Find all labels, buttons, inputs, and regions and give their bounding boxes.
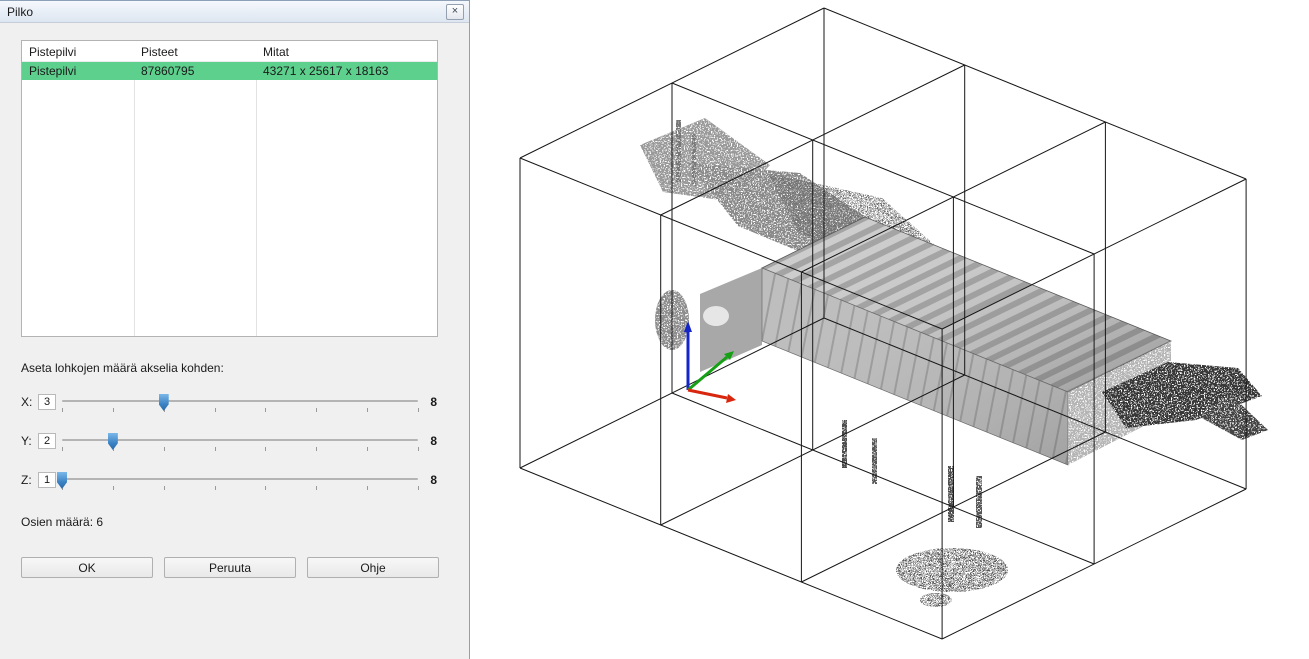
- close-icon: ×: [452, 6, 458, 17]
- table-row[interactable]: Pistepilvi 87860795 43271 x 25617 x 1816…: [22, 62, 437, 80]
- cloud-support: [872, 438, 877, 484]
- col-header-mitat[interactable]: Mitat: [256, 41, 437, 61]
- slider-track[interactable]: [62, 478, 418, 480]
- z-axis-label: Z:: [21, 473, 38, 487]
- z-slider[interactable]: [62, 469, 418, 491]
- close-button[interactable]: ×: [446, 4, 464, 20]
- column-separator: [134, 41, 135, 336]
- ok-button[interactable]: OK: [21, 557, 153, 578]
- app-window: Pilko × Pistepilvi Pisteet Mitat Pistepi…: [0, 0, 1309, 659]
- cloud-streak: [676, 120, 681, 182]
- slider-max-label: 8: [427, 395, 437, 409]
- cloud-streak: [692, 134, 696, 186]
- parts-count-label: Osien määrä: 6: [21, 515, 103, 529]
- y-value-field[interactable]: 2: [38, 433, 56, 449]
- x-axis-arrow: [688, 390, 727, 398]
- help-button[interactable]: Ohje: [307, 557, 439, 578]
- slider-track[interactable]: [62, 400, 418, 402]
- slider-row-z: Z: 1 8: [21, 469, 437, 491]
- cloud-ground-scatter: [896, 548, 1008, 592]
- dialog-title: Pilko: [7, 5, 446, 19]
- col-header-pistepilvi[interactable]: Pistepilvi: [22, 41, 134, 61]
- slider-thumb[interactable]: [159, 394, 169, 411]
- dialog-buttons: OK Peruuta Ohje: [21, 557, 439, 578]
- cloud-cab-highlight: [703, 306, 729, 326]
- cell-dimensions: 43271 x 25617 x 18163: [256, 62, 437, 80]
- x-axis-arrowhead: [726, 394, 736, 403]
- col-header-pisteet[interactable]: Pisteet: [134, 41, 256, 61]
- x-value-field[interactable]: 3: [38, 394, 56, 410]
- dialog-titlebar[interactable]: Pilko ×: [0, 1, 469, 23]
- sliders-section-label: Aseta lohkojen määrä akselia kohden:: [21, 361, 224, 375]
- slider-thumb[interactable]: [57, 472, 67, 489]
- pointcloud-table: Pistepilvi Pisteet Mitat Pistepilvi 8786…: [21, 40, 438, 337]
- cloud-support: [976, 476, 982, 528]
- slider-max-label: 8: [427, 473, 437, 487]
- slider-thumb[interactable]: [108, 433, 118, 450]
- cloud-support: [842, 420, 847, 468]
- viewport-3d[interactable]: [470, 0, 1309, 659]
- x-axis-label: X:: [21, 395, 38, 409]
- y-slider[interactable]: [62, 430, 418, 452]
- x-slider[interactable]: [62, 391, 418, 413]
- slider-row-x: X: 3 8: [21, 391, 437, 413]
- scene-svg: [470, 0, 1309, 659]
- cell-name: Pistepilvi: [22, 62, 134, 80]
- z-value-field[interactable]: 1: [38, 472, 56, 488]
- slider-max-label: 8: [427, 434, 437, 448]
- slider-row-y: Y: 2 8: [21, 430, 437, 452]
- cancel-button[interactable]: Peruuta: [164, 557, 296, 578]
- table-header: Pistepilvi Pisteet Mitat: [22, 41, 437, 62]
- column-separator: [256, 41, 257, 336]
- y-axis-label: Y:: [21, 434, 38, 448]
- cloud-ground-scatter: [920, 593, 952, 607]
- pilko-dialog: Pilko × Pistepilvi Pisteet Mitat Pistepi…: [0, 0, 470, 659]
- cell-points: 87860795: [134, 62, 256, 80]
